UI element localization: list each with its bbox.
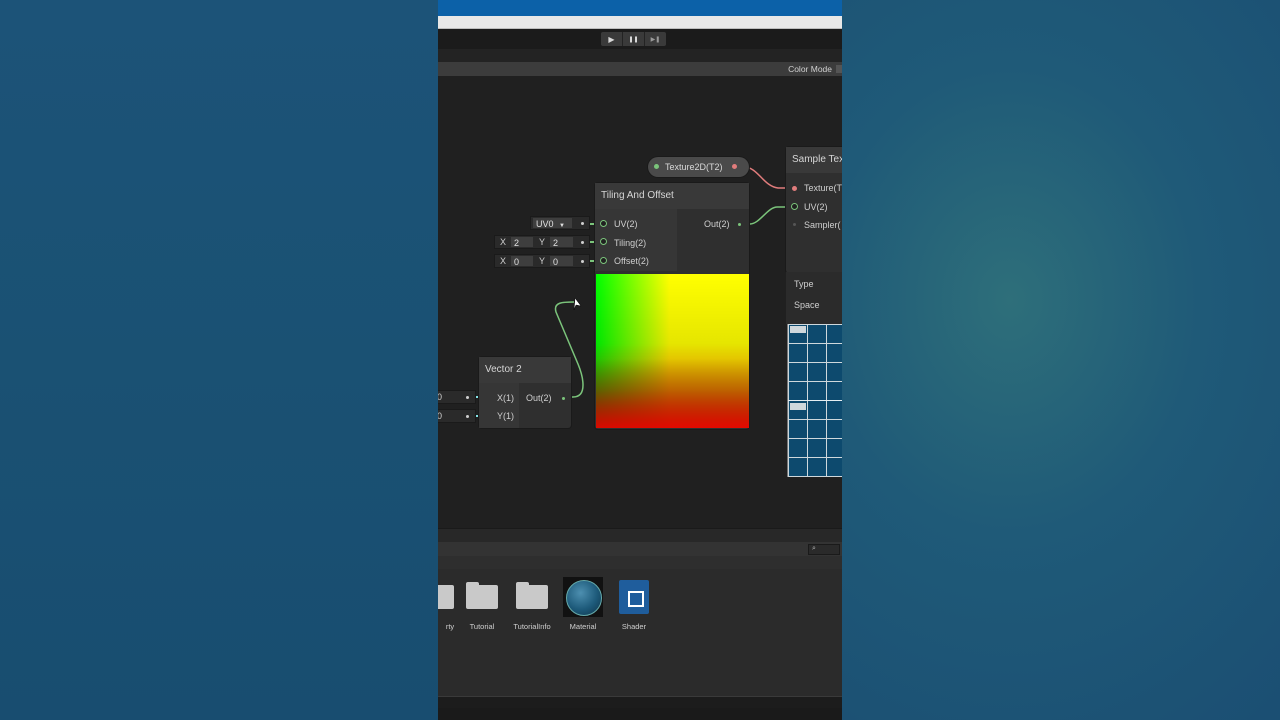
play-button[interactable]: ▶ bbox=[601, 32, 623, 46]
preview-divider bbox=[788, 400, 842, 401]
search-icon: ⌕ bbox=[812, 544, 816, 552]
vector2-output-port[interactable] bbox=[562, 397, 565, 400]
tiling-x-label: X bbox=[500, 237, 507, 247]
main-toolbar: ▶ ❚❚ ▶❚ bbox=[438, 29, 842, 49]
texture-output-port[interactable] bbox=[732, 164, 737, 169]
shader-graph-toolbar: Color Mode bbox=[438, 62, 842, 77]
offset-x-label: X bbox=[500, 256, 507, 266]
color-mode-label[interactable]: Color Mode bbox=[788, 64, 832, 74]
asset-label: Tutorial bbox=[469, 622, 495, 631]
project-breadcrumb bbox=[438, 556, 842, 570]
editor-status-bar bbox=[438, 708, 842, 720]
unity-editor-window: ▶ ❚❚ ▶❚ Color Mode Texture2D(T2) Tiling … bbox=[438, 0, 842, 720]
tiling-offset-preview-red bbox=[596, 274, 749, 428]
tiling-y-label: Y bbox=[539, 237, 546, 247]
asset-label: Shader bbox=[621, 622, 647, 631]
play-icon: ▶ bbox=[608, 34, 615, 44]
pause-icon: ❚❚ bbox=[628, 35, 639, 43]
texture2d-property-node[interactable]: Texture2D(T2) bbox=[648, 157, 749, 177]
pause-button[interactable]: ❚❚ bbox=[623, 32, 645, 46]
vector2-x-value[interactable]: 0 bbox=[438, 391, 442, 403]
texture2d-property-label: Texture2D(T2) bbox=[665, 162, 723, 172]
vector2-output-label: Out(2) bbox=[526, 393, 552, 403]
offset-vector-field[interactable]: X 0 Y 0 bbox=[494, 254, 590, 268]
tiling-output-label: Out(2) bbox=[704, 219, 730, 229]
step-button[interactable]: ▶❚ bbox=[645, 32, 666, 46]
window-title-bar bbox=[438, 0, 842, 16]
mouse-cursor bbox=[573, 297, 582, 311]
uv-field-dot bbox=[581, 222, 584, 225]
graph-canvas[interactable]: Texture2D(T2) Tiling And Offset UV(2) Ti… bbox=[438, 76, 842, 528]
uv-input-port[interactable] bbox=[600, 220, 607, 227]
playmode-controls: ▶ ❚❚ ▶❚ bbox=[601, 32, 666, 46]
asset-label: TutorialInfo bbox=[513, 622, 551, 631]
asset-material[interactable]: Material bbox=[559, 577, 607, 631]
sample-texture-input-label: Texture(T bbox=[804, 183, 842, 193]
project-search-input[interactable]: ⌕ bbox=[808, 544, 840, 555]
vector2-y-label: Y(1) bbox=[497, 411, 515, 421]
menu-bar bbox=[438, 16, 842, 29]
tiling-x-input[interactable]: 2 bbox=[511, 237, 533, 248]
vector2-title: Vector 2 bbox=[479, 357, 571, 383]
property-left-dot bbox=[654, 164, 659, 169]
sample-sampler-label: Sampler( bbox=[804, 220, 841, 230]
color-mode-dropdown[interactable] bbox=[836, 65, 842, 73]
project-window: ⌕ rty Tutorial TutorialInfo Material Sha… bbox=[438, 528, 842, 720]
offset-x-input[interactable]: 0 bbox=[511, 256, 533, 267]
asset-shader[interactable]: Shader bbox=[610, 577, 658, 631]
sample-texture-input-port[interactable] bbox=[792, 186, 797, 191]
vector2-x-field[interactable]: 0 bbox=[438, 390, 476, 404]
sample-texture-preview bbox=[787, 324, 842, 477]
vector2-y-dot bbox=[466, 415, 469, 418]
vector2-node[interactable]: Vector 2 X(1) Y(1) Out(2) bbox=[479, 357, 571, 428]
asset-folder-tutorialinfo[interactable]: TutorialInfo bbox=[508, 577, 556, 631]
project-tabs bbox=[438, 528, 842, 543]
dropdown-arrow-icon: ▼ bbox=[559, 223, 565, 229]
vector2-x-dot bbox=[466, 396, 469, 399]
uv-channel-label: UV0 bbox=[536, 219, 554, 229]
uv-channel-value: UV0 ▼ bbox=[533, 218, 572, 229]
tiling-input-port[interactable] bbox=[600, 238, 607, 245]
space-property-label: Space bbox=[794, 300, 820, 310]
vector2-x-label: X(1) bbox=[497, 393, 515, 403]
offset-input-label: Offset(2) bbox=[614, 256, 649, 266]
project-toolbar: ⌕ bbox=[438, 542, 842, 557]
vector2-y-field[interactable]: 0 bbox=[438, 409, 476, 423]
sample-uv-input-label: UV(2) bbox=[804, 202, 828, 212]
folder-icon bbox=[438, 577, 458, 617]
folder-icon bbox=[512, 577, 552, 617]
tiling-vector-field[interactable]: X 2 Y 2 bbox=[494, 235, 590, 249]
step-icon: ▶❚ bbox=[650, 35, 661, 43]
tiling-and-offset-title: Tiling And Offset bbox=[595, 183, 749, 209]
asset-grid: rty Tutorial TutorialInfo Material Shade… bbox=[438, 569, 842, 696]
tiling-field-dot bbox=[581, 241, 584, 244]
sample-texture-title: Sample Tex bbox=[786, 147, 842, 173]
type-property-label: Type bbox=[794, 279, 814, 289]
sample-sampler-port[interactable] bbox=[793, 223, 796, 226]
material-sphere-icon bbox=[563, 577, 603, 617]
asset-folder-tutorial[interactable]: Tutorial bbox=[458, 577, 506, 631]
sample-texture-node[interactable]: Sample Tex Texture(T UV(2) Sampler( bbox=[786, 147, 842, 273]
desktop-background-left bbox=[0, 0, 438, 720]
offset-input-port[interactable] bbox=[600, 257, 607, 264]
sample-uv-input-port[interactable] bbox=[791, 203, 798, 210]
tiling-y-input[interactable]: 2 bbox=[550, 237, 573, 248]
uv-channel-dropdown[interactable]: UV0 ▼ bbox=[530, 216, 590, 230]
offset-y-input[interactable]: 0 bbox=[550, 256, 573, 267]
preview-badge-bottom bbox=[790, 403, 806, 410]
asset-label: rty bbox=[445, 622, 455, 631]
shader-graph-icon bbox=[614, 577, 654, 617]
offset-field-dot bbox=[581, 260, 584, 263]
tiling-output-port[interactable] bbox=[738, 223, 741, 226]
offset-y-label: Y bbox=[539, 256, 546, 266]
sample-texture-properties: Type Space bbox=[786, 272, 842, 324]
vector2-y-value[interactable]: 0 bbox=[438, 410, 442, 422]
folder-icon bbox=[462, 577, 502, 617]
tiling-input-label: Tiling(2) bbox=[614, 238, 647, 248]
asset-label: Material bbox=[569, 622, 597, 631]
vector2-inputs bbox=[479, 383, 519, 428]
preview-badge-top bbox=[790, 326, 806, 333]
uv-input-label: UV(2) bbox=[614, 219, 638, 229]
